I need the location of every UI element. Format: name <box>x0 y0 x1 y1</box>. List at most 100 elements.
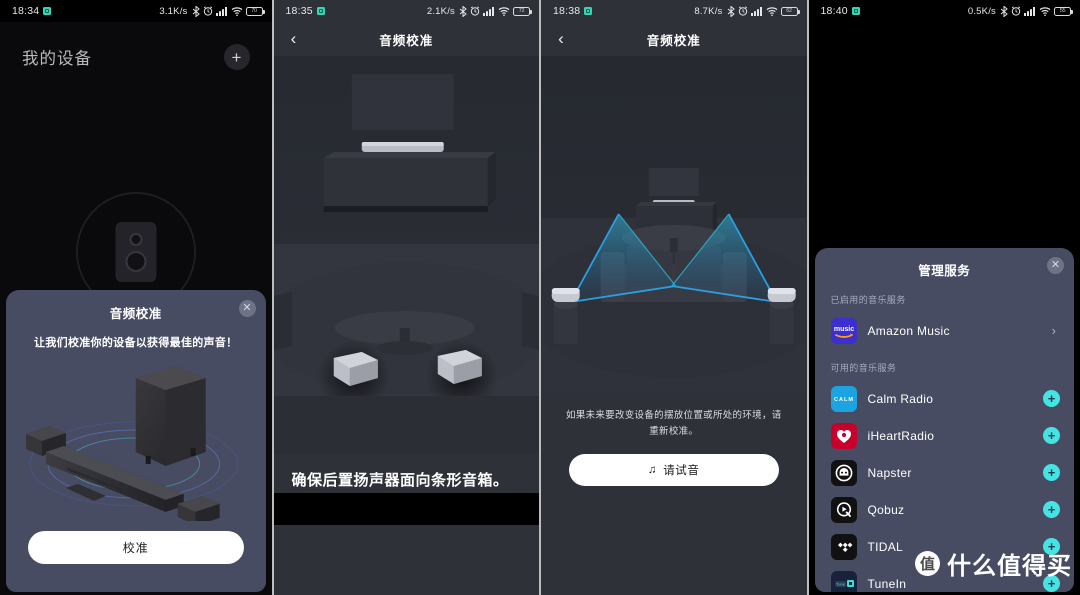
speaker-icon <box>115 222 157 282</box>
status-chip-icon <box>43 7 52 15</box>
tunein-icon: Tune <box>830 570 857 592</box>
calm-radio-icon: CALM <box>830 385 857 412</box>
add-service-icon[interactable]: + <box>1043 464 1060 481</box>
phone-screen-calibration-step1: 18:35 2.1K/s 72 ‹ 音频校准 确保后置扬声器面向条形音箱。 <box>273 0 540 595</box>
nav-bar: ‹ 音频校准 <box>273 22 539 56</box>
add-service-icon[interactable]: + <box>1043 501 1060 518</box>
wifi-icon <box>498 6 510 16</box>
phone-screen-calibration-done: 18:38 8.7K/s 62 ‹ 音频校准 如果未来要改变设备的摆放位置或所处… <box>541 0 807 595</box>
battery-icon: 70 <box>245 6 265 16</box>
status-clock: 18:34 <box>12 5 40 17</box>
manage-services-sheet: 管理服务 ✕ 已启用的音乐服务 music Amazon Music › 可用的… <box>814 248 1075 592</box>
service-name: iHeartRadio <box>867 428 935 443</box>
available-services-label: 可用的音乐服务 <box>830 363 897 373</box>
signal-icon <box>215 6 228 16</box>
add-service-icon[interactable]: + <box>1043 538 1060 555</box>
qobuz-icon <box>830 496 857 523</box>
alarm-icon <box>738 6 748 16</box>
service-name: Amazon Music <box>867 323 950 338</box>
status-chip-icon <box>584 7 593 15</box>
list-item[interactable]: Tune TuneIn + <box>815 565 1075 592</box>
sheet-header: 管理服务 ✕ <box>815 257 1075 281</box>
status-left: 18:35 <box>286 5 325 17</box>
network-speed: 2.1K/s <box>426 5 455 17</box>
status-bar: 18:38 8.7K/s 62 <box>541 0 807 22</box>
status-left: 18:40 <box>821 5 860 17</box>
screenshot-strip: 18:34 3.1K/s 70 我的设备 + 音频校准 ✕ 让我们校准你的设备以… <box>0 0 1080 595</box>
status-bar: 18:35 2.1K/s 72 <box>274 0 540 22</box>
wifi-icon <box>766 6 778 16</box>
battery-icon: 72 <box>513 6 532 16</box>
napster-icon <box>830 459 857 486</box>
bottom-panel: 如果未来要改变设备的摆放位置或所处的环境，请重新校准。 ♫ 请试音 <box>541 394 807 595</box>
status-right: 8.7K/s 62 <box>694 5 800 17</box>
status-clock: 18:40 <box>820 5 848 17</box>
soundbar-system-illustration <box>6 356 266 526</box>
bluetooth-icon <box>192 5 200 17</box>
status-right: 0.5K/s 55 <box>968 5 1073 17</box>
add-service-icon[interactable]: + <box>1043 575 1060 592</box>
back-icon[interactable]: ‹ <box>541 22 581 56</box>
svg-text:CALM: CALM <box>834 397 854 403</box>
service-name: Qobuz <box>867 502 905 517</box>
status-left: 18:34 <box>12 5 52 17</box>
list-item[interactable]: CALM Calm Radio + <box>815 380 1075 417</box>
test-sound-button[interactable]: ♫ 请试音 <box>569 454 779 487</box>
list-item[interactable]: Napster + <box>815 454 1075 491</box>
network-speed: 3.1K/s <box>159 5 188 17</box>
service-name: TuneIn <box>867 576 907 591</box>
signal-icon <box>1024 6 1036 16</box>
step-caption: 确保后置扬声器面向条形音箱。 <box>273 454 539 493</box>
woofer-icon <box>125 250 147 272</box>
test-sound-label: 请试音 <box>663 465 700 478</box>
add-device-button[interactable]: + <box>223 44 250 70</box>
result-caption: 如果未来要改变设备的摆放位置或所处的环境，请重新校准。 <box>565 410 782 438</box>
tweeter-icon <box>129 232 143 246</box>
battery-icon: 62 <box>780 6 800 16</box>
list-item[interactable]: music Amazon Music › <box>815 312 1075 349</box>
sheet-header: 音频校准 ✕ <box>6 300 266 324</box>
list-item[interactable]: iHeartRadio + <box>815 417 1075 454</box>
list-item[interactable]: TIDAL + <box>815 528 1075 565</box>
sheet-title: 音频校准 <box>109 307 162 321</box>
close-icon[interactable]: ✕ <box>1047 257 1064 274</box>
status-bar: 18:40 0.5K/s 55 <box>809 0 1080 22</box>
back-icon[interactable]: ‹ <box>274 22 314 56</box>
status-right: 2.1K/s 72 <box>426 5 532 17</box>
my-devices-header: 我的设备 + <box>0 22 272 70</box>
bluetooth-icon <box>727 5 735 17</box>
status-right: 3.1K/s 70 <box>159 5 265 17</box>
nav-bar: ‹ 音频校准 <box>541 22 807 56</box>
service-name: TIDAL <box>867 539 904 554</box>
room-scene-closeup <box>273 56 539 454</box>
cta-container: 校准 <box>6 521 266 580</box>
audio-calibration-sheet: 音频校准 ✕ 让我们校准你的设备以获得最佳的声音！ 校准 <box>6 290 266 592</box>
add-service-icon[interactable]: + <box>1043 427 1060 444</box>
rear-speaker-right <box>767 288 796 344</box>
add-service-icon[interactable]: + <box>1043 390 1060 407</box>
close-icon[interactable]: ✕ <box>238 300 256 317</box>
rear-speaker-left <box>551 288 580 344</box>
status-left: 18:38 <box>553 5 593 17</box>
rear-speaker-right <box>177 495 220 526</box>
signal-icon <box>750 6 763 16</box>
status-bar: 18:34 3.1K/s 70 <box>0 0 272 22</box>
bluetooth-icon <box>459 5 467 17</box>
page-title: 我的设备 <box>22 50 92 68</box>
status-clock: 18:38 <box>553 5 581 17</box>
amazon-music-icon: music <box>830 317 857 344</box>
phone-screen-my-devices: 18:34 3.1K/s 70 我的设备 + 音频校准 ✕ 让我们校准你的设备以… <box>0 0 272 595</box>
my-devices-body: 我的设备 + 音频校准 ✕ 让我们校准你的设备以获得最佳的声音！ 校准 <box>0 22 272 595</box>
service-name: Calm Radio <box>867 391 934 406</box>
alarm-icon <box>203 6 213 16</box>
calibrate-button[interactable]: 校准 <box>28 531 244 564</box>
status-clock: 18:35 <box>285 5 313 17</box>
battery-level: 70 <box>251 8 257 14</box>
battery-level: 62 <box>786 8 792 14</box>
list-item[interactable]: Qobuz + <box>815 491 1075 528</box>
battery-level: 72 <box>518 8 525 14</box>
room-scene-wide-with-sound-cones <box>541 56 807 416</box>
chevron-right-icon[interactable]: › <box>1052 323 1060 338</box>
alarm-icon <box>1011 6 1021 16</box>
network-speed: 8.7K/s <box>694 5 723 17</box>
